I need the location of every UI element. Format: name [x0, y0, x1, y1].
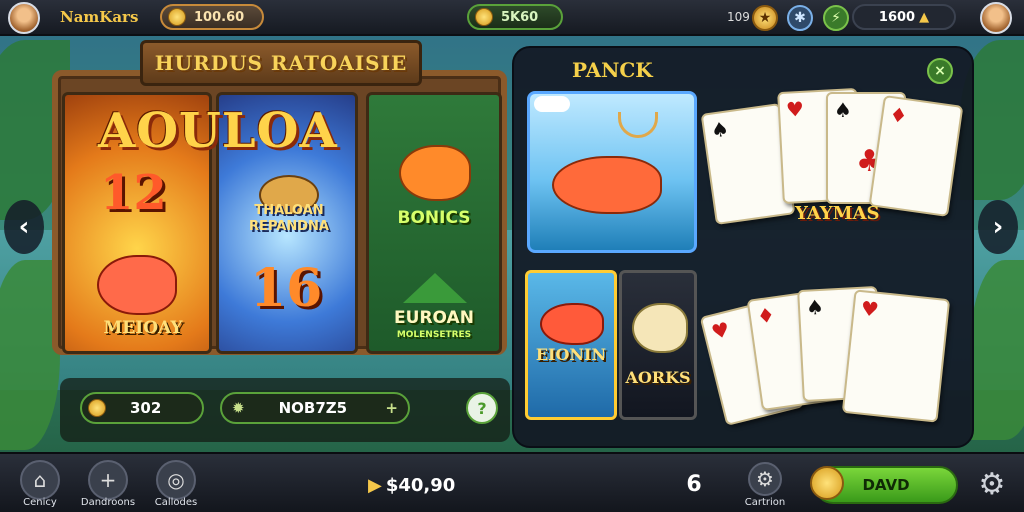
boost-icon[interactable]: ✱: [787, 5, 813, 31]
hook-icon: [618, 112, 658, 138]
fish-icon: [97, 255, 177, 315]
six-icon[interactable]: 6: [678, 468, 710, 500]
panel-b-number: 16: [250, 258, 323, 319]
energy-icon[interactable]: ⚡: [823, 5, 849, 31]
close-button[interactable]: ×: [927, 58, 953, 84]
panel-c-sublabel: MOLENSETRES: [396, 330, 472, 340]
fishing-tile[interactable]: [527, 91, 697, 253]
board-sign: HURDUS RATOAISIE: [140, 40, 422, 86]
panel-c-bottom-label: EUROAN: [394, 308, 474, 328]
previous-arrow-button[interactable]: ‹: [4, 200, 44, 254]
level-text: 109: [727, 10, 750, 24]
background-leaf: [0, 260, 60, 450]
coins-stat: 302: [80, 392, 204, 424]
heart-icon: ♥: [708, 316, 733, 345]
panel-a-number: 12: [100, 165, 167, 221]
mountain-icon: [403, 273, 467, 303]
fish-tile-2-label: AORKS: [625, 368, 691, 387]
gems-value: 1600: [878, 9, 916, 25]
gear-icon: ✹: [232, 399, 245, 417]
card-banner: YAYMAS: [795, 203, 880, 224]
currency-value: 100.60: [194, 9, 245, 25]
gear-icon[interactable]: ⚙: [748, 462, 782, 496]
diamond-icon: ♦: [887, 102, 910, 129]
player-avatar[interactable]: [8, 2, 40, 34]
coin-icon: [810, 466, 844, 500]
panel-a-label: MEIOAY: [103, 318, 183, 338]
code-stat: ✹ NOB7Z5 +: [220, 392, 410, 424]
coin-icon: [88, 399, 106, 417]
fish-icon: [540, 303, 604, 345]
arrow-icon: ▶: [368, 475, 382, 496]
game-title: AOULOA: [98, 103, 338, 159]
diamond-icon: ♦: [755, 302, 777, 329]
gems-pill[interactable]: 1600 ▲: [852, 4, 956, 30]
nav-label-settings: Cartrion: [744, 497, 786, 508]
nav-label-target: Callodes: [154, 497, 198, 508]
coin-icon: [475, 8, 493, 26]
next-arrow-button[interactable]: ›: [978, 200, 1018, 254]
fish-icon: [399, 145, 471, 201]
currency-value: 5K60: [501, 9, 539, 25]
fish-tile-1-label: EIONIN: [535, 345, 607, 364]
fish-icon: [552, 156, 662, 214]
trophy-icon: ▲: [919, 9, 930, 25]
coin-icon: [168, 8, 186, 26]
target-button[interactable]: ◎: [156, 460, 196, 500]
balance-value: $40,90: [385, 475, 456, 496]
code-value: NOB7Z5: [278, 399, 348, 417]
right-panel-title: PANCK: [572, 58, 653, 82]
playing-card[interactable]: ♥: [841, 289, 951, 423]
gold-badge-icon[interactable]: ★: [752, 5, 778, 31]
spade-icon: ♠: [709, 116, 731, 143]
settings-gear-icon[interactable]: ⚙: [974, 466, 1010, 502]
help-button[interactable]: ?: [466, 392, 498, 424]
currency-pill-primary[interactable]: 100.60: [160, 4, 264, 30]
add-button[interactable]: +: [88, 460, 128, 500]
panel-c-top-label: BONICS: [397, 208, 471, 228]
panel-b-label: THALOAN REPANDNA: [249, 203, 329, 234]
opponent-avatar[interactable]: [980, 2, 1012, 34]
fish-tile-2[interactable]: [619, 270, 697, 420]
username: NamKars: [60, 8, 139, 26]
pufferfish-icon: [632, 303, 688, 353]
spade-icon: ♠: [805, 294, 825, 320]
currency-pill-secondary[interactable]: 5K60: [467, 4, 563, 30]
playing-card[interactable]: ♦: [868, 94, 964, 218]
heart-icon: ♥: [785, 96, 805, 122]
tile-badge: [534, 96, 570, 112]
heart-icon: ♥: [859, 296, 880, 322]
balance-display: ▶ $40,90: [368, 475, 455, 496]
add-icon[interactable]: +: [385, 399, 398, 417]
coins-value: 302: [130, 399, 162, 417]
home-button[interactable]: ⌂: [20, 460, 60, 500]
spade-icon: ♠: [834, 98, 852, 122]
